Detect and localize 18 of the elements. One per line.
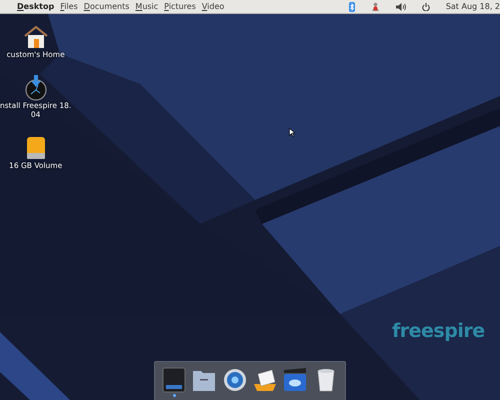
wallpaper-logo: freespire xyxy=(392,320,485,342)
menu-item[interactable]: Video xyxy=(198,0,228,14)
clock[interactable]: Sat Aug 18, 2 xyxy=(446,0,500,14)
volume-icon[interactable] xyxy=(396,2,406,10)
running-indicator xyxy=(172,394,176,397)
power-icon[interactable] xyxy=(422,2,430,10)
clapperboard-icon[interactable] xyxy=(282,366,308,393)
browser-icon[interactable] xyxy=(222,366,248,393)
terminal-icon[interactable] xyxy=(161,366,188,393)
menu-item[interactable]: Files xyxy=(57,0,81,14)
menu-item[interactable]: Pictures xyxy=(161,0,199,14)
bluetooth-icon[interactable] xyxy=(348,2,355,12)
app-menu[interactable]: Desktop xyxy=(14,0,58,14)
menu-item[interactable]: Documents xyxy=(80,0,132,14)
pointer-icon xyxy=(289,128,295,137)
home-icon[interactable] xyxy=(22,24,50,50)
network-icon[interactable] xyxy=(370,2,380,11)
menu-item[interactable]: Music xyxy=(132,0,162,14)
